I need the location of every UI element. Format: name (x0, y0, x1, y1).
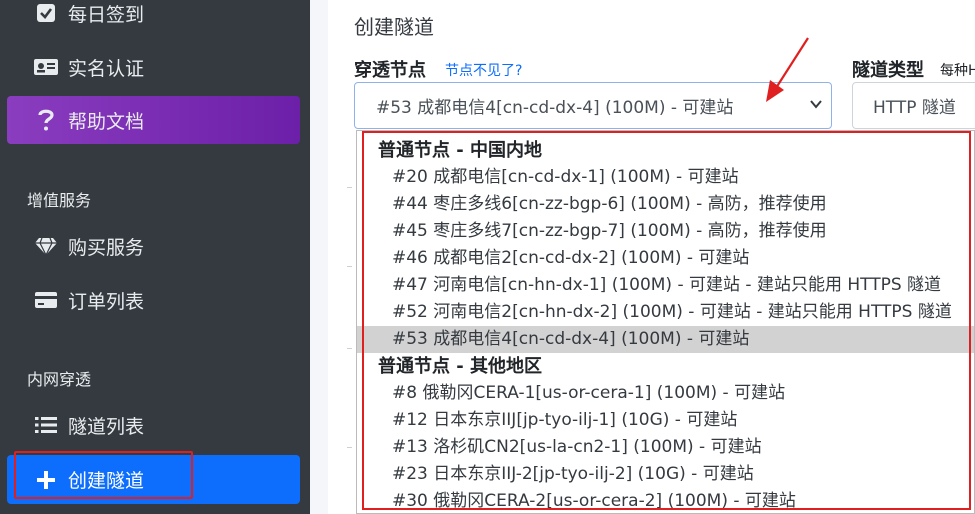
annotation-arrow-icon (766, 37, 809, 102)
divider (347, 447, 352, 448)
sidebar-item-buy-service[interactable]: 购买服务 (7, 222, 300, 270)
sidebar-item-label: 帮助文档 (68, 110, 145, 133)
divider (347, 348, 352, 349)
sidebar-item-label: 实名认证 (68, 57, 145, 80)
tunnel-type-select[interactable]: HTTP 隧道 (852, 82, 975, 129)
section-intranet: 内网穿透 (27, 370, 92, 389)
tunnel-type-selected-value: HTTP 隧道 (873, 98, 956, 118)
list-icon (31, 416, 61, 434)
sidebar-item-order-list[interactable]: 订单列表 (7, 276, 300, 324)
sidebar-item-real-name[interactable]: 实名认证 (7, 43, 300, 91)
page-title: 创建隧道 (354, 15, 434, 39)
highlight-box-dropdown (362, 131, 971, 510)
sidebar-item-help-docs[interactable]: 帮助文档 (7, 96, 300, 144)
checkbox-icon (31, 3, 61, 23)
diamond-icon (31, 236, 61, 256)
sidebar-item-label: 购买服务 (68, 236, 145, 259)
sidebar: 每日签到 实名认证 帮助文档 增值服务 购买服务 订单列表 内网穿透 隧道列表 (0, 0, 310, 514)
question-icon (31, 109, 61, 131)
highlight-box-create (14, 451, 193, 499)
tunnel-type-hint: 每种H (940, 63, 975, 79)
sidebar-item-tunnel-list[interactable]: 隧道列表 (7, 401, 300, 449)
node-field-label: 穿透节点 (354, 60, 426, 81)
section-value-added: 增值服务 (27, 191, 92, 210)
id-card-icon (31, 57, 61, 77)
sidebar-item-label: 每日签到 (68, 3, 145, 26)
node-missing-link[interactable]: 节点不见了? (445, 60, 522, 80)
node-selected-value: #53 成都电信4[cn-cd-dx-4] (100M) - 可建站 (376, 98, 734, 118)
credit-card-icon (31, 291, 61, 309)
divider (347, 266, 352, 267)
sidebar-item-label: 订单列表 (68, 290, 145, 313)
tunnel-type-label: 隧道类型 (852, 60, 924, 81)
divider (347, 187, 352, 188)
sidebar-item-daily-checkin[interactable]: 每日签到 (7, 0, 300, 37)
sidebar-item-label: 隧道列表 (68, 415, 145, 438)
